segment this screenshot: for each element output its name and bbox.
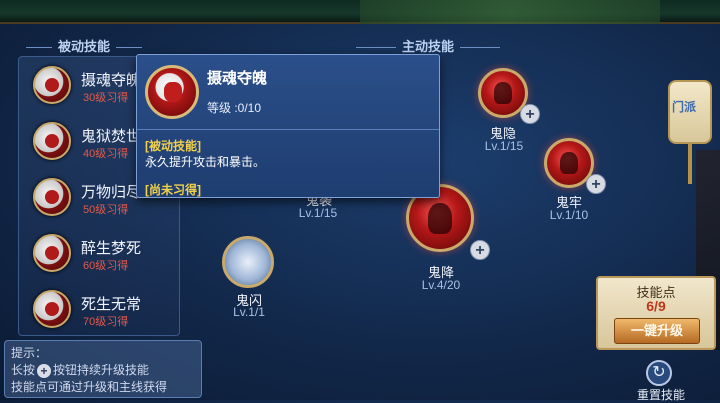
skill-orb-figure (494, 82, 512, 104)
active-skill-level: Lv.4/20 (421, 278, 461, 292)
skill-points-value: 6/9 (646, 298, 666, 314)
one-key-upgrade-button[interactable]: 一键升级 (614, 318, 700, 344)
reset-icon: ↻ (646, 360, 672, 386)
plus-icon: + (37, 363, 52, 378)
active-skill-level: Lv.1/15 (298, 206, 338, 220)
active-skill-guishan[interactable]: 鬼闪 Lv.1/1 (218, 234, 288, 324)
passive-skill-name: 万物归尽 (81, 184, 142, 201)
tooltip-divider (137, 129, 439, 130)
tooltip-level: 等级 :0/10 (207, 101, 262, 115)
skill-orb-figure (427, 202, 453, 234)
tooltip-skill-icon (145, 65, 199, 119)
lantern-tassel (688, 144, 692, 184)
active-header-label: 主动技能 (402, 39, 455, 54)
reset-label: 重置技能 (636, 388, 685, 402)
passive-skill-requirement: 60级习得 (83, 260, 129, 272)
tooltip-description: 永久提升攻击和暴击。 (145, 155, 266, 169)
upgrade-plus-button[interactable]: + (586, 174, 606, 194)
active-skill-guixi[interactable]: 鬼袭 Lv.1/15 (286, 193, 356, 226)
active-skill-level: Lv.1/1 (233, 305, 265, 319)
tips-line-1: 长按 + 按钮持续升级技能 (11, 362, 195, 379)
passive-skill-requirement: 70级习得 (83, 316, 129, 328)
skill-points-panel: 技能点 6/9 一键升级 (596, 276, 716, 350)
header-deco-right (116, 47, 143, 49)
passive-skill-name: 鬼狱焚世 (81, 128, 142, 145)
header-deco-left (356, 47, 396, 49)
passive-skill-icon (33, 178, 71, 216)
top-frame-band (360, 0, 660, 24)
skill-tooltip: 摄魂夺魄 等级 :0/10 [被动技能] 永久提升攻击和暴击。 [尚未习得] (136, 54, 440, 198)
passive-skill-icon (33, 122, 71, 160)
faction-label[interactable]: 门派 (672, 98, 696, 115)
passive-skill-name: 死生无常 (81, 296, 142, 313)
upgrade-plus-button[interactable]: + (520, 104, 540, 124)
top-frame (0, 0, 720, 24)
dash-skill-orb (222, 236, 274, 288)
tooltip-title: 摄魂夺魄 (207, 70, 268, 87)
active-skill-guilao[interactable]: + 鬼牢 Lv.1/10 (538, 136, 628, 226)
tips-title: 提示： (11, 346, 48, 360)
tooltip-type: [被动技能] (145, 139, 201, 153)
tips-box: 提示： 长按 + 按钮持续升级技能 技能点可通过升级和主线获得 (4, 340, 202, 398)
tooltip-status: [尚未习得] (145, 183, 201, 197)
passive-skill-requirement: 40级习得 (83, 148, 129, 160)
passive-skill-icon (33, 234, 71, 272)
passive-skill-requirement: 30级习得 (83, 92, 129, 104)
active-skill-level: Lv.1/15 (484, 139, 524, 153)
tips-line-1-suffix: 按钮持续升级技能 (53, 363, 150, 377)
passive-skills-header: 被动技能 (20, 36, 148, 55)
passive-skill-name: 醉生梦死 (81, 240, 142, 257)
passive-skill-requirement: 50级习得 (83, 204, 129, 216)
reset-skills-button[interactable]: ↻ 重置技能 (630, 360, 690, 402)
active-skill-level: Lv.1/10 (549, 208, 589, 222)
skill-orb-figure (560, 152, 578, 174)
tips-line-2: 技能点可通过升级和主线获得 (11, 380, 168, 394)
active-skill-guijiang[interactable]: + 鬼降 Lv.4/20 (402, 184, 502, 294)
passive-skill-item[interactable]: 醉生梦死 60级习得 (27, 231, 177, 281)
passive-skill-icon (33, 290, 71, 328)
upgrade-plus-button[interactable]: + (470, 240, 490, 260)
header-deco-left (26, 47, 52, 49)
passive-skill-item[interactable]: 死生无常 70级习得 (27, 287, 177, 337)
active-skills-header: 主动技能 (350, 36, 506, 55)
header-deco-right (460, 47, 501, 49)
passive-header-label: 被动技能 (58, 39, 111, 54)
tips-line-1-prefix: 长按 (11, 363, 36, 377)
passive-skill-icon (33, 66, 71, 104)
passive-skill-name: 摄魂夺魄 (81, 72, 142, 89)
